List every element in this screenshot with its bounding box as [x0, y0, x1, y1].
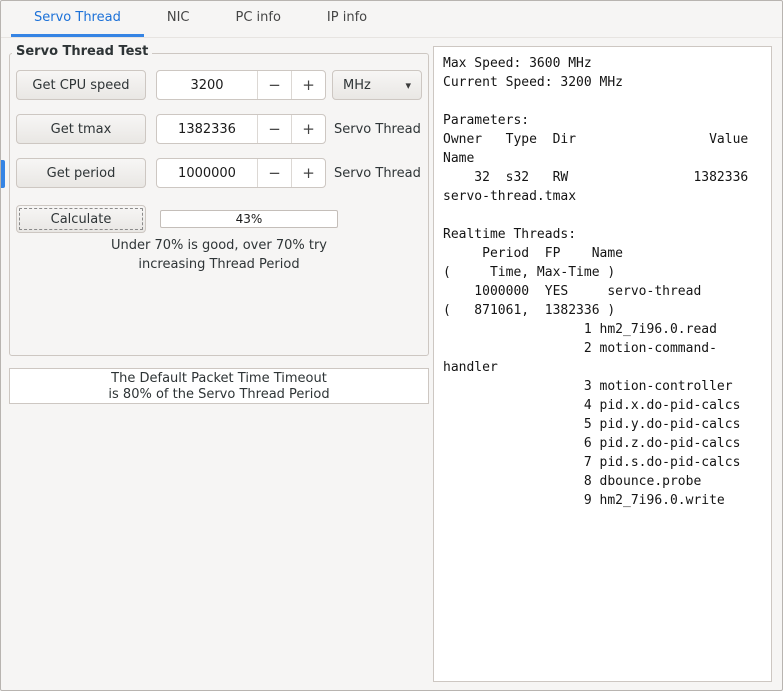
active-indicator	[1, 160, 5, 188]
calculate-button[interactable]: Calculate	[16, 205, 146, 233]
get-tmax-button[interactable]: Get tmax	[16, 114, 146, 144]
calculate-row: Calculate 43%	[16, 204, 422, 234]
period-row: Get period 1000000 − + Servo Thread	[16, 158, 422, 188]
period-spinbox: 1000000 − +	[156, 158, 326, 188]
tab-pc-info[interactable]: PC info	[212, 1, 303, 37]
period-increment-button[interactable]: +	[291, 159, 325, 187]
app-window: Servo Thread NIC PC info IP info Servo T…	[0, 0, 783, 691]
period-value[interactable]: 1000000	[157, 159, 257, 187]
hint-text: Under 70% is good, over 70% try increasi…	[111, 238, 327, 272]
plus-icon: +	[302, 164, 315, 182]
tmax-increment-button[interactable]: +	[291, 115, 325, 143]
timeout-note: The Default Packet Time Timeout is 80% o…	[9, 368, 429, 404]
period-decrement-button[interactable]: −	[257, 159, 291, 187]
tmax-row: Get tmax 1382336 − + Servo Thread	[16, 114, 422, 144]
tab-servo-thread[interactable]: Servo Thread	[11, 1, 144, 37]
cpu-speed-row: Get CPU speed 3200 − + MHz ▾	[16, 70, 422, 100]
load-percentage: 43%	[235, 212, 263, 226]
tab-bar: Servo Thread NIC PC info IP info	[1, 1, 782, 38]
units-dropdown[interactable]: MHz ▾	[332, 70, 422, 100]
tmax-value[interactable]: 1382336	[157, 115, 257, 143]
tab-ip-info[interactable]: IP info	[304, 1, 390, 37]
hal-output-text: Max Speed: 3600 MHz Current Speed: 3200 …	[443, 56, 749, 508]
servo-thread-test-frame: Servo Thread Test Get CPU speed 3200 − +…	[9, 44, 429, 356]
tmax-decrement-button[interactable]: −	[257, 115, 291, 143]
hal-output-panel: Max Speed: 3600 MHz Current Speed: 3200 …	[433, 46, 772, 682]
plus-icon: +	[302, 76, 315, 94]
cpu-speed-decrement-button[interactable]: −	[257, 71, 291, 99]
frame-title: Servo Thread Test	[12, 44, 153, 59]
units-dropdown-value: MHz	[343, 77, 371, 93]
tmax-thread-label: Servo Thread	[334, 121, 421, 137]
minus-icon: −	[268, 120, 281, 138]
cpu-speed-increment-button[interactable]: +	[291, 71, 325, 99]
get-cpu-speed-button[interactable]: Get CPU speed	[16, 70, 146, 100]
plus-icon: +	[302, 120, 315, 138]
get-period-button[interactable]: Get period	[16, 158, 146, 188]
load-progressbar: 43%	[160, 210, 338, 228]
tab-nic[interactable]: NIC	[144, 1, 213, 37]
chevron-down-icon: ▾	[405, 78, 411, 92]
cpu-speed-value[interactable]: 3200	[157, 71, 257, 99]
cpu-speed-spinbox: 3200 − +	[156, 70, 326, 100]
tmax-spinbox: 1382336 − +	[156, 114, 326, 144]
minus-icon: −	[268, 76, 281, 94]
period-thread-label: Servo Thread	[334, 165, 421, 181]
minus-icon: −	[268, 164, 281, 182]
